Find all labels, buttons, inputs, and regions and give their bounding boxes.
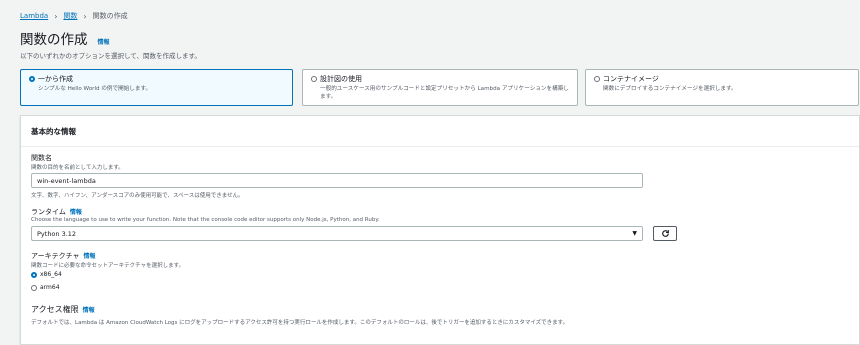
page-info-link[interactable]: 情報 [98, 37, 110, 46]
basic-info-panel: 基本的な情報 関数名 関数の目的を名前として入力します。 win-event-l… [20, 115, 860, 345]
chevron-right-icon: › [54, 11, 58, 21]
refresh-icon [661, 230, 669, 237]
architecture-description: 関数コードに必要な命令セットアーキテクチャを選択します。 [31, 263, 185, 269]
runtime-label: ランタイム 情報 [31, 208, 82, 216]
function-name-hint: 文字、数字、ハイフン、アンダースコアのみ使用可能で、スペースは使用できません。 [31, 193, 244, 199]
permissions-description: デフォルトでは、Lambda は Amazon CloudWatch Logs … [31, 320, 569, 326]
radio-selected-icon[interactable] [31, 271, 37, 278]
breadcrumb-functions-link[interactable]: 関数 [63, 11, 77, 21]
radio-selected-icon[interactable] [29, 76, 35, 82]
runtime-description: Choose the language to use to write your… [31, 217, 380, 223]
option-description: 一般的ユースケース用のサンプルコードと設定プリセットから Lambda アプリケ… [320, 86, 569, 100]
architecture-option-x86_64[interactable]: x86_64 [31, 271, 62, 278]
architecture-option-arm64[interactable]: arm64 [31, 284, 60, 291]
option-description: 関数にデプロイするコンテナイメージを選択します。 [603, 86, 737, 92]
option-title: コンテナイメージ [603, 75, 659, 83]
radio-icon[interactable] [31, 284, 37, 291]
option-title: 設計図の使用 [320, 75, 362, 83]
page-description: 以下のいずれかのオプションを選択して、関数を作成します。 [20, 52, 201, 60]
option-container-image[interactable]: コンテナイメージ 関数にデプロイするコンテナイメージを選択します。 [585, 69, 859, 106]
option-author-from-scratch[interactable]: 一から作成 シンプルな Hello World の例で開始します。 [20, 69, 293, 106]
breadcrumb-current: 関数の作成 [92, 12, 128, 20]
architecture-label: アーキテクチャ 情報 [31, 252, 96, 260]
refresh-button[interactable] [653, 226, 677, 241]
permissions-title: アクセス権限 情報 [31, 305, 95, 314]
breadcrumb-lambda-link[interactable]: Lambda [20, 12, 48, 20]
architecture-option-label: x86_64 [40, 271, 62, 278]
function-name-input[interactable]: win-event-lambda [31, 173, 643, 188]
caret-down-icon: ▼ [632, 230, 637, 237]
architecture-option-label: arm64 [40, 284, 60, 291]
function-name-label: 関数名 [31, 154, 52, 162]
permissions-info-link[interactable]: 情報 [83, 307, 95, 314]
runtime-info-link[interactable]: 情報 [70, 209, 82, 216]
chevron-right-icon: › [83, 11, 87, 21]
option-use-blueprint[interactable]: 設計図の使用 一般的ユースケース用のサンプルコードと設定プリセットから Lamb… [302, 69, 578, 106]
panel-header: 基本的な情報 [21, 116, 859, 147]
radio-icon[interactable] [311, 76, 317, 82]
page-title-row: 関数の作成 情報 [20, 28, 110, 48]
page-title: 関数の作成 [20, 32, 88, 48]
option-title: 一から作成 [38, 75, 73, 83]
option-description: シンプルな Hello World の例で開始します。 [38, 86, 152, 92]
architecture-info-link[interactable]: 情報 [84, 253, 96, 260]
function-name-description: 関数の目的を名前として入力します。 [31, 165, 124, 171]
breadcrumb: Lambda › 関数 › 関数の作成 [20, 11, 128, 21]
runtime-value: Python 3.12 [37, 229, 77, 238]
radio-icon[interactable] [594, 76, 600, 82]
runtime-select[interactable]: Python 3.12 ▼ [31, 226, 643, 241]
